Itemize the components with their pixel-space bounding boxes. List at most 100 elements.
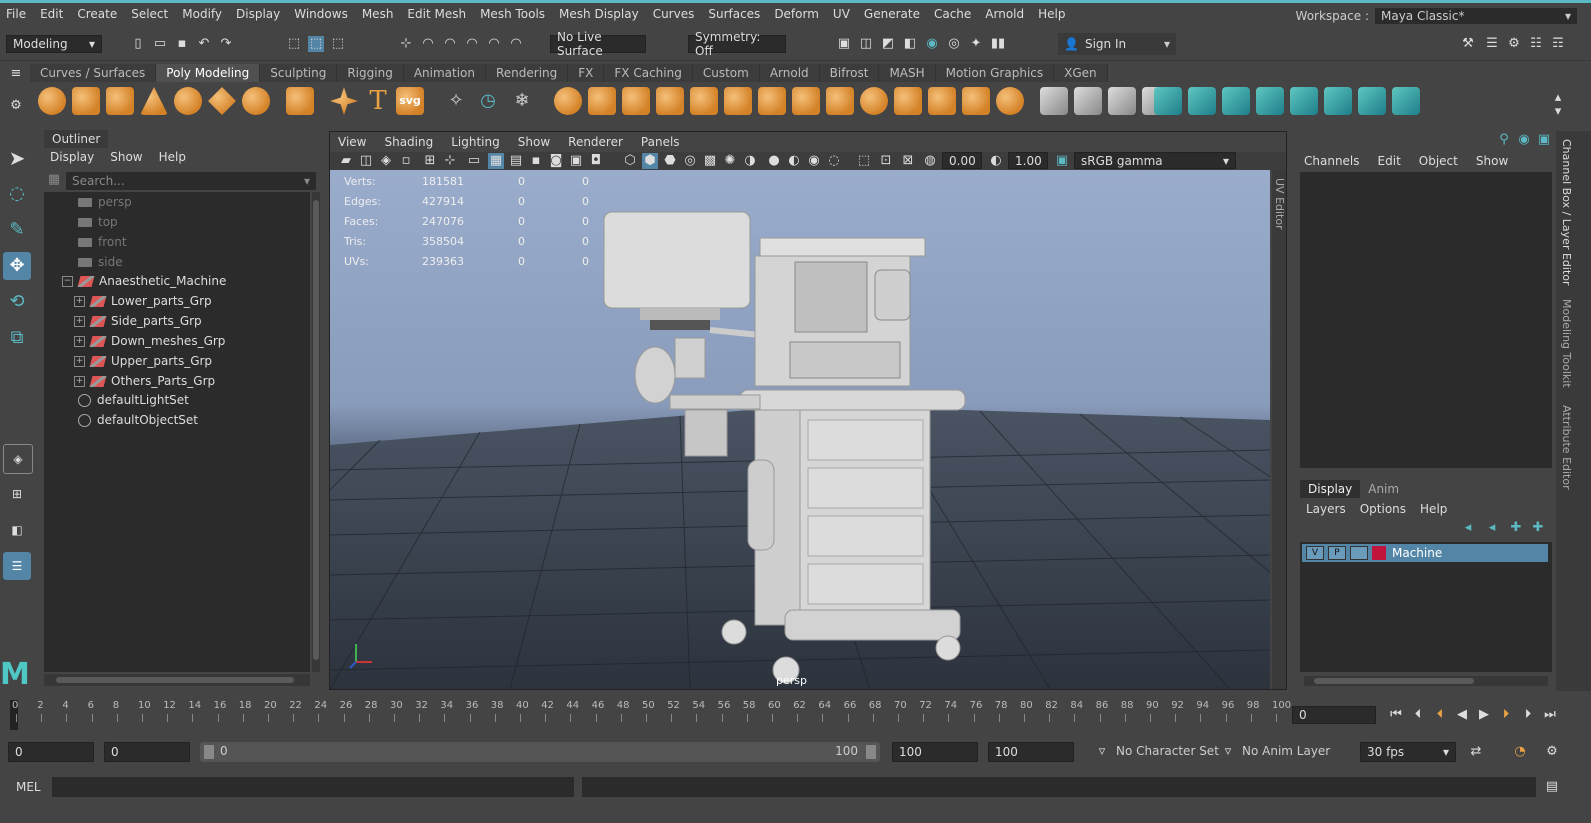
shelf-tab-custom[interactable]: Custom xyxy=(692,64,760,82)
layer-horizontal-scrollbar[interactable] xyxy=(1304,676,1548,686)
shelf-tab-rendering[interactable]: Rendering xyxy=(486,64,569,82)
step-back-key-icon[interactable]: ⏴ xyxy=(1432,707,1448,723)
play-backwards-icon[interactable]: ◀ xyxy=(1454,707,1470,723)
playback-start-field[interactable]: 0 xyxy=(104,742,190,762)
render-settings-icon[interactable]: ◧ xyxy=(902,36,918,52)
go-to-start-icon[interactable]: ⏮ xyxy=(1388,707,1404,723)
safe-action-icon[interactable]: ▣ xyxy=(568,153,584,169)
svg-tool-icon[interactable]: svg xyxy=(396,87,424,115)
paint-select-icon[interactable]: ✎ xyxy=(3,216,31,244)
poly-cone-icon[interactable] xyxy=(140,87,168,115)
outliner-menu-display[interactable]: Display xyxy=(50,148,94,166)
tree-item-side-parts[interactable]: + Side_parts_Grp xyxy=(74,311,202,331)
outliner-menu-show[interactable]: Show xyxy=(110,148,142,166)
camera-select-icon[interactable]: ▰ xyxy=(338,153,354,169)
range-bar[interactable]: 0 100 xyxy=(200,742,880,762)
shelf-tab-fx-caching[interactable]: FX Caching xyxy=(604,64,693,82)
snap-live-icon[interactable]: ◠ xyxy=(486,36,502,52)
viewport-menu-panels[interactable]: Panels xyxy=(633,132,690,152)
super-shape-icon[interactable] xyxy=(330,87,358,115)
shadows-icon[interactable]: ✺ xyxy=(722,153,738,169)
layer-tab-display[interactable]: Display xyxy=(1300,480,1361,498)
tree-item-down-meshes[interactable]: + Down_meshes_Grp xyxy=(74,331,225,351)
collapse-icon[interactable]: − xyxy=(62,276,73,287)
auto-key-icon[interactable]: ◔ xyxy=(1512,744,1528,760)
outliner-layout-icon[interactable]: ☰ xyxy=(3,552,31,580)
uv-editor-tab-strip[interactable]: UV Editor xyxy=(1272,170,1286,689)
screen-space-ao-icon[interactable]: ◑ xyxy=(742,153,758,169)
outliner-horizontal-scrollbar[interactable] xyxy=(44,674,310,686)
outliner-menu-help[interactable]: Help xyxy=(159,148,186,166)
uv-cut-icon[interactable] xyxy=(1358,87,1386,115)
mirror-icon[interactable] xyxy=(690,87,718,115)
play-forwards-icon[interactable]: ▶ xyxy=(1476,707,1492,723)
new-layer-icon[interactable]: ✚ xyxy=(1508,520,1524,536)
shelf-menu-icon[interactable]: ≡ xyxy=(8,66,24,82)
field-chart-icon[interactable]: ◙ xyxy=(548,153,564,169)
shelf-tab-xgen[interactable]: XGen xyxy=(1054,64,1108,82)
new-layer-selected-icon[interactable]: ✚ xyxy=(1530,520,1546,536)
shelf-tab-curves-surfaces[interactable]: Curves / Surfaces xyxy=(30,64,157,82)
channel-box-tab[interactable]: Channel Box / Layer Editor xyxy=(1560,139,1573,286)
viewport-menu-show[interactable]: Show xyxy=(510,132,560,152)
layer-menu-help[interactable]: Help xyxy=(1420,500,1447,518)
uv-planar-icon[interactable] xyxy=(1154,87,1182,115)
shelf-tab-bifrost[interactable]: Bifrost xyxy=(819,64,880,82)
channel-menu-channels[interactable]: Channels xyxy=(1304,152,1360,170)
current-frame-field[interactable]: 0 xyxy=(1292,706,1376,724)
wireframe-on-shaded-icon[interactable]: ⬣ xyxy=(662,153,678,169)
scale-tool-icon[interactable]: ⧉ xyxy=(3,324,31,352)
color-space-dropdown[interactable]: sRGB gamma ▾ xyxy=(1074,152,1236,169)
color-management-icon[interactable]: ▣ xyxy=(1054,153,1070,169)
character-set-label[interactable]: No Character Set xyxy=(1116,744,1219,758)
tree-item-side[interactable]: side xyxy=(78,252,123,272)
menu-file[interactable]: File xyxy=(0,7,34,21)
shelf-scroll-down-icon[interactable]: ▾ xyxy=(1550,104,1566,120)
textured-icon[interactable]: ◎ xyxy=(682,153,698,169)
menu-edit-mesh[interactable]: Edit Mesh xyxy=(401,7,474,21)
camera-icon[interactable]: ◉ xyxy=(1516,132,1532,148)
scrollbar-thumb[interactable] xyxy=(1314,678,1474,684)
xray-joints-icon[interactable]: ⊡ xyxy=(878,153,894,169)
layer-color-swatch[interactable] xyxy=(1372,546,1386,560)
persp-outliner-layout-icon[interactable]: ◧ xyxy=(3,516,31,544)
viewport-menu-view[interactable]: View xyxy=(330,132,376,152)
scrollbar-thumb[interactable] xyxy=(56,677,294,683)
bridge-icon[interactable] xyxy=(758,87,786,115)
smooth-shade-icon[interactable]: ⬢ xyxy=(642,153,658,169)
time-slider-track[interactable]: 0 2 4 6 8 10 12 14 16 18 20 22 24 26 28 30 32 34 36 38 40 42 4… xyxy=(10,700,1291,730)
outliner-search-input[interactable]: Search... ▾ xyxy=(66,172,316,190)
scrollbar-thumb[interactable] xyxy=(313,200,319,660)
safe-title-icon[interactable]: ◘ xyxy=(588,153,604,169)
step-forward-frame-icon[interactable]: ⏵ xyxy=(1520,707,1536,723)
anim-layer-label[interactable]: No Anim Layer xyxy=(1242,744,1330,758)
chevron-down-icon[interactable]: ▿ xyxy=(1220,744,1236,760)
channel-box-body[interactable] xyxy=(1300,172,1552,468)
sweep-mesh-icon[interactable]: ✧ xyxy=(442,87,470,115)
smooth-icon[interactable] xyxy=(622,87,650,115)
viewport-menu-renderer[interactable]: Renderer xyxy=(560,132,633,152)
select-object-icon[interactable]: ⬚ xyxy=(308,36,324,52)
layer-menu-layers[interactable]: Layers xyxy=(1306,500,1346,518)
menu-arnold[interactable]: Arnold xyxy=(979,7,1032,21)
shelf-tab-fx[interactable]: FX xyxy=(568,64,605,82)
shelf-tab-sculpting[interactable]: Sculpting xyxy=(260,64,338,82)
redo-icon[interactable]: ↷ xyxy=(218,36,234,52)
render-view-icon[interactable]: ▣ xyxy=(836,36,852,52)
move-layer-down-icon[interactable]: ◂ xyxy=(1484,520,1500,536)
menu-mesh-display[interactable]: Mesh Display xyxy=(553,7,647,21)
hypershade-icon[interactable]: ◉ xyxy=(924,36,940,52)
expand-icon[interactable]: + xyxy=(74,376,85,387)
uv-layout-icon[interactable] xyxy=(1324,87,1352,115)
toggle-pause-icon[interactable]: ▮▮ xyxy=(990,36,1006,52)
attribute-editor-tab[interactable]: Attribute Editor xyxy=(1560,405,1573,490)
shelf-settings-icon[interactable]: ⚙ xyxy=(8,98,24,114)
modeling-toolkit-toggle-icon[interactable]: ⚒ xyxy=(1460,36,1476,52)
tree-item-upper-parts[interactable]: + Upper_parts_Grp xyxy=(74,351,212,371)
filter-icon[interactable]: ▦ xyxy=(46,172,62,188)
separate-icon[interactable] xyxy=(588,87,616,115)
light-editor-icon[interactable]: ✦ xyxy=(968,36,984,52)
lasso-tool-icon[interactable]: ◌ xyxy=(3,180,31,208)
uv-automatic-icon[interactable] xyxy=(1256,87,1284,115)
exposure-field[interactable]: 0.00 xyxy=(942,152,982,169)
